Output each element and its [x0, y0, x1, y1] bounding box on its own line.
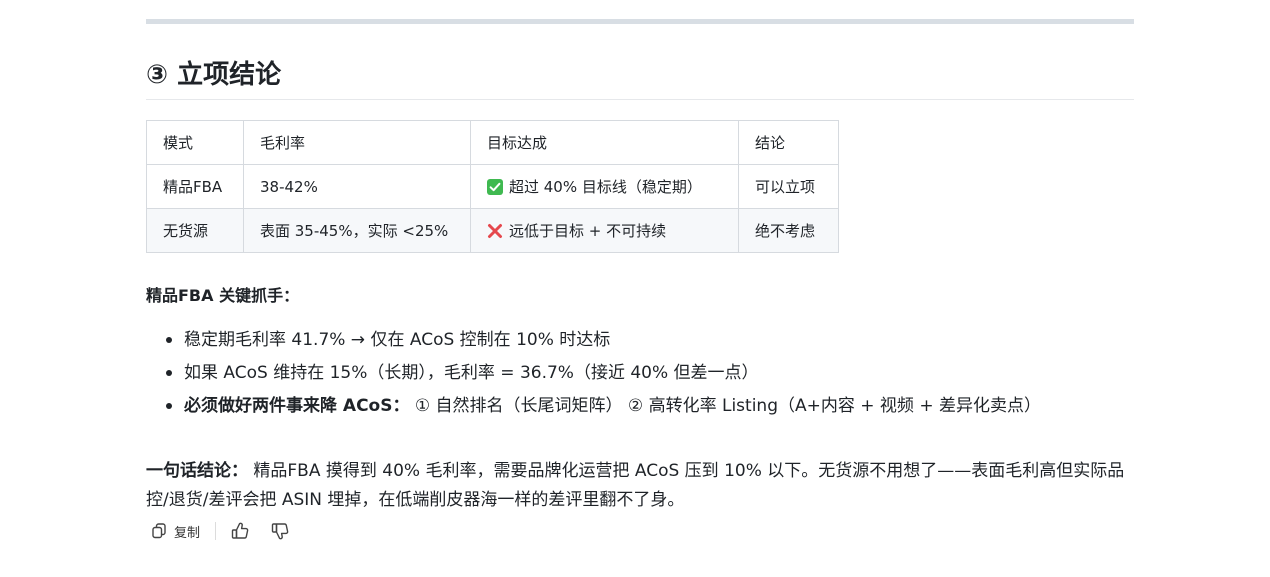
section-divider: [146, 19, 1134, 24]
cell-margin: 表面 35-45%，实际 <25%: [243, 208, 471, 253]
cell-mode: 无货源: [146, 208, 244, 253]
key-points-list: 稳定期毛利率 41.7% → 仅在 ACoS 控制在 10% 时达标 如果 AC…: [146, 327, 1041, 426]
header-conclusion: 结论: [738, 120, 839, 165]
cell-target: 超过 40% 目标线（稳定期）: [470, 164, 739, 209]
list-item-text: 稳定期毛利率 41.7% → 仅在 ACoS 控制在 10% 时达标: [184, 330, 611, 350]
table-row: 无货源 表面 35-45%，实际 <25% 远低于目标 + 不可持续 绝不考虑: [146, 208, 839, 253]
like-button[interactable]: [230, 521, 250, 541]
header-target: 目标达成: [470, 120, 739, 165]
key-points-title: 精品FBA 关键抓手：: [146, 286, 300, 305]
cell-target-text: 远低于目标 + 不可持续: [509, 222, 667, 240]
cell-margin: 38-42%: [243, 164, 471, 209]
copy-icon: [150, 522, 168, 540]
copy-button[interactable]: 复制: [150, 522, 200, 541]
cell-conclusion: 绝不考虑: [738, 208, 839, 253]
cell-conclusion: 可以立项: [738, 164, 839, 209]
bullet-dot: [166, 370, 172, 376]
table-header-row: 模式 毛利率 目标达成 结论: [146, 120, 839, 165]
summary-paragraph: 一句话结论： 精品FBA 摸得到 40% 毛利率，需要品牌化运营把 ACoS 压…: [146, 457, 1134, 515]
cross-mark-icon: [487, 223, 503, 239]
bullet-dot: [166, 403, 172, 409]
heading-underline: [146, 99, 1134, 100]
dislike-button[interactable]: [270, 521, 290, 541]
header-margin: 毛利率: [243, 120, 471, 165]
bullet-dot: [166, 337, 172, 343]
summary-label: 一句话结论：: [146, 461, 248, 481]
summary-text: 精品FBA 摸得到 40% 毛利率，需要品牌化运营把 ACoS 压到 10% 以…: [146, 461, 1125, 510]
section-heading: ③ 立项结论: [146, 60, 282, 90]
list-item-text: 如果 ACoS 维持在 15%（长期），毛利率 = 36.7%（接近 40% 但…: [184, 363, 759, 383]
check-mark-button-icon: [487, 179, 503, 195]
header-mode: 模式: [146, 120, 244, 165]
list-item: 稳定期毛利率 41.7% → 仅在 ACoS 控制在 10% 时达标: [146, 327, 1041, 360]
cell-mode: 精品FBA: [146, 164, 244, 209]
thumbs-down-icon: [270, 521, 290, 541]
thumbs-up-icon: [230, 521, 250, 541]
cell-target: 远低于目标 + 不可持续: [470, 208, 739, 253]
list-item: 必须做好两件事来降 ACoS： ① 自然排名（长尾词矩阵） ② 高转化率 Lis…: [146, 393, 1041, 426]
table-row: 精品FBA 38-42% 超过 40% 目标线（稳定期） 可以立项: [146, 164, 839, 209]
list-item: 如果 ACoS 维持在 15%（长期），毛利率 = 36.7%（接近 40% 但…: [146, 360, 1041, 393]
cell-target-text: 超过 40% 目标线（稳定期）: [509, 178, 702, 196]
message-actions: 复制: [150, 518, 290, 544]
list-item-text: ① 自然排名（长尾词矩阵） ② 高转化率 Listing（A+内容 + 视频 +…: [409, 396, 1041, 416]
actions-divider: [215, 522, 217, 540]
conclusion-table: 模式 毛利率 目标达成 结论 精品FBA 38-42% 超过 40% 目标线（稳…: [146, 120, 839, 253]
list-item-bold: 必须做好两件事来降 ACoS：: [184, 396, 410, 416]
copy-label: 复制: [174, 525, 201, 541]
